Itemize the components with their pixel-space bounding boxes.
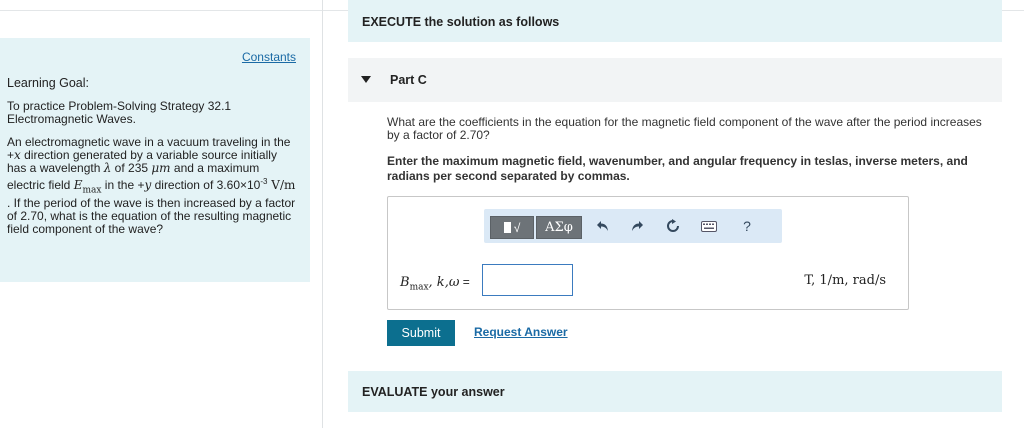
question-text: What are the coefficients in the equatio…: [387, 115, 982, 142]
learning-goal-panel: Constants Learning Goal: To practice Pro…: [0, 38, 310, 282]
learning-goal-text: To practice Problem-Solving Strategy 32.…: [7, 100, 297, 246]
keyboard-icon[interactable]: [700, 217, 718, 235]
units-label: T, 1/m, rad/s: [804, 273, 886, 288]
submit-button[interactable]: Submit: [387, 320, 455, 346]
answer-input[interactable]: [482, 264, 573, 296]
evaluate-title: EVALUATE your answer: [362, 385, 505, 399]
redo-icon[interactable]: [628, 217, 646, 235]
help-button[interactable]: ?: [738, 217, 756, 235]
sqrt-icon: √: [513, 220, 521, 235]
answer-box: √ ΑΣφ ? Bmax, k,ω = T, 1/m, rad/s: [387, 196, 909, 310]
instructions-text: Enter the maximum magnetic field, wavenu…: [387, 154, 968, 183]
template-square-icon: [503, 222, 511, 233]
math-toolbar: √ ΑΣφ ?: [484, 209, 782, 243]
constants-link[interactable]: Constants: [242, 50, 296, 64]
part-label: Part C: [390, 73, 427, 87]
execute-section-header: EXECUTE the solution as follows: [348, 0, 1002, 42]
templates-button[interactable]: √: [490, 216, 534, 239]
part-c-header[interactable]: Part C: [348, 58, 1002, 102]
request-answer-link[interactable]: Request Answer: [474, 325, 568, 339]
answer-label: Bmax, k,ω =: [400, 275, 470, 293]
goal-description: To practice Problem-Solving Strategy 32.…: [7, 99, 232, 126]
execute-title: EXECUTE the solution as follows: [362, 15, 560, 29]
reset-icon[interactable]: [664, 217, 682, 235]
undo-icon[interactable]: [594, 217, 612, 235]
evaluate-section-header: EVALUATE your answer: [348, 371, 1002, 412]
column-divider: [322, 0, 323, 428]
symbols-button[interactable]: ΑΣφ: [536, 216, 582, 239]
collapse-triangle-icon[interactable]: [361, 76, 371, 83]
learning-goal-title: Learning Goal:: [7, 76, 90, 90]
problem-statement: An electromagnetic wave in a vacuum trav…: [7, 135, 296, 237]
